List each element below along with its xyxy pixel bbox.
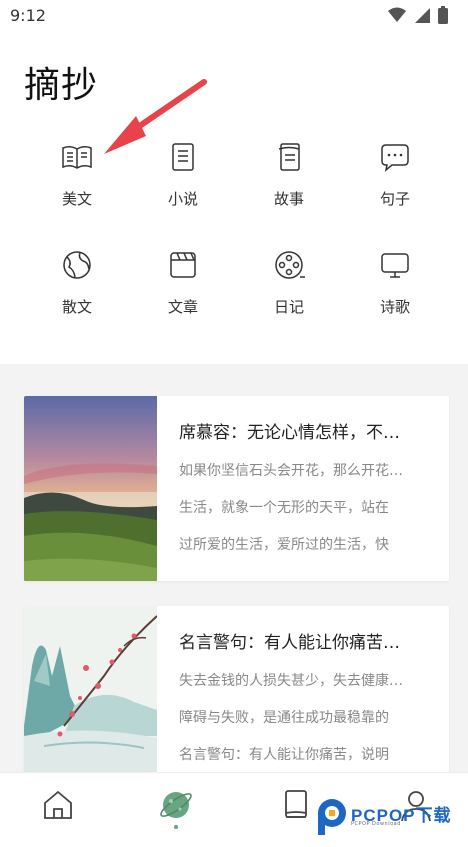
category-sanwen[interactable]: 散文 [24, 248, 130, 317]
category-label: 小说 [167, 190, 198, 208]
planet-icon[interactable] [156, 785, 196, 825]
battery-icon [438, 6, 448, 24]
signal-icon [415, 8, 430, 23]
monitor-icon [381, 253, 409, 278]
article-title: 席慕容：无论心情怎样，不… [179, 423, 400, 443]
chat-bubble-icon [381, 144, 409, 172]
article-excerpt-line: 生活，就象一个无形的天平，站在 [179, 500, 389, 516]
book-icon[interactable] [276, 785, 316, 825]
category-meiwen[interactable]: 美文 [24, 140, 130, 209]
article-list: 席慕容：无论心情怎样，不… 如果你坚信石头会开花，那么开花… 生活，就象一个无形… [0, 364, 468, 791]
category-label: 句子 [379, 190, 410, 208]
article-excerpt-line: 失去金钱的人损失甚少，失去健康… [179, 673, 403, 689]
category-label: 诗歌 [379, 298, 410, 316]
article-thumbnail [24, 396, 157, 581]
page-title: 摘抄 [24, 65, 99, 106]
active-indicator [174, 825, 178, 829]
category-label: 散文 [61, 298, 92, 316]
article-card[interactable]: 名言警句：有人能让你痛苦… 失去金钱的人损失甚少，失去健康… 障碍与失败，是通往… [24, 606, 449, 791]
article-excerpt-line: 如果你坚信石头会开花，那么开花… [179, 463, 403, 479]
category-riji[interactable]: 日记 [236, 248, 342, 317]
article-title: 名言警句：有人能让你痛苦… [179, 633, 400, 653]
document-icon [172, 143, 194, 171]
category-gushi[interactable]: 故事 [236, 140, 342, 209]
category-label: 文章 [167, 298, 198, 316]
category-label: 美文 [61, 190, 92, 208]
category-label: 故事 [273, 190, 304, 208]
category-shige[interactable]: 诗歌 [342, 248, 448, 317]
film-reel-icon [275, 251, 305, 279]
article-card[interactable]: 席慕容：无论心情怎样，不… 如果你坚信石头会开花，那么开花… 生活，就象一个无形… [24, 396, 449, 581]
home-icon[interactable] [38, 785, 78, 825]
category-juzi[interactable]: 句子 [342, 140, 448, 209]
watermark-logo: PCPOP下载 PCPOP Download [315, 795, 465, 840]
article-thumbnail [24, 606, 157, 791]
article-excerpt-line: 过所爱的生活，爱所过的生活，快 [179, 537, 389, 553]
status-icons [388, 6, 448, 24]
notebook-icon [278, 143, 300, 171]
globe-icon [63, 251, 91, 279]
article-excerpt-line: 障碍与失败，是通往成功最稳靠的 [179, 710, 389, 726]
clapperboard-icon [170, 252, 196, 278]
book-open-icon [62, 145, 92, 169]
article-excerpt-line: 名言警句：有人能让你痛苦，说明 [179, 747, 389, 763]
category-grid: 美文 小说 故事 句子 散文 文章 日记 诗歌 [0, 140, 468, 350]
watermark-subtext: PCPOP Download [351, 821, 401, 827]
category-xiaoshuo[interactable]: 小说 [130, 140, 236, 209]
category-wenzhang[interactable]: 文章 [130, 248, 236, 317]
wifi-icon [388, 7, 406, 22]
pcpop-logo-icon [318, 799, 346, 835]
status-time: 9:12 [10, 6, 46, 25]
status-bar: 9:12 [0, 0, 468, 32]
category-label: 日记 [273, 298, 304, 316]
